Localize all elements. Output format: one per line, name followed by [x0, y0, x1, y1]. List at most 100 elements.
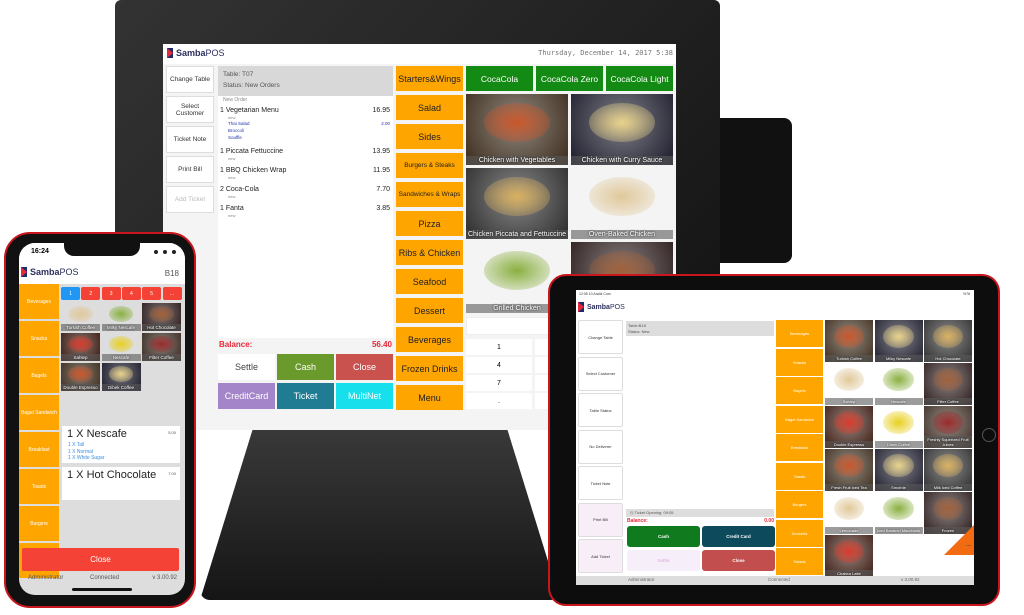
left-button[interactable]: Select Customer: [578, 356, 623, 391]
category-button[interactable]: Toasts: [19, 469, 59, 504]
product-tile[interactable]: Nescafe: [101, 333, 141, 361]
product-tile[interactable]: Hot Chocolate: [924, 320, 972, 362]
order-line[interactable]: 1 Piccata Fettuccine: [220, 148, 283, 155]
left-button[interactable]: Add Ticket: [166, 186, 214, 213]
product-tile[interactable]: Smothie: [874, 449, 923, 491]
category-button[interactable]: Bagel Sandwich: [19, 395, 59, 430]
product-tile[interactable]: Frozen: [924, 492, 972, 534]
category-button[interactable]: Beverages: [776, 320, 823, 347]
category-button[interactable]: Burgers: [19, 506, 59, 541]
product-tile[interactable]: Lemonade: [825, 492, 873, 534]
order-line[interactable]: 2 Coca-Cola: [220, 186, 259, 193]
category-button[interactable]: Salads: [776, 548, 823, 575]
category-button[interactable]: Burgers & Steaks: [396, 153, 463, 178]
order-card[interactable]: 1 X Nescafe 5.00 1 X Tall 1 X Normal 1 X Whi…: [62, 426, 180, 463]
category-button[interactable]: Pizza: [396, 211, 463, 236]
product-tile[interactable]: Filter Coffee: [924, 363, 972, 405]
numpad-key[interactable]: 1: [466, 339, 532, 355]
product-tile[interactable]: Milky Nescafe: [101, 303, 141, 331]
left-button[interactable]: Table Status: [578, 393, 623, 427]
page-button[interactable]: ...: [162, 287, 182, 300]
left-button[interactable]: Ticket Note: [166, 126, 214, 153]
category-button[interactable]: Bagels: [19, 358, 59, 393]
product-tile[interactable]: Sahlep: [825, 363, 873, 405]
home-indicator[interactable]: [72, 588, 132, 591]
product-tile[interactable]: Hot Chocolate: [142, 303, 181, 331]
order-line[interactable]: 1 Vegetarian Menu: [220, 107, 279, 114]
category-button[interactable]: Bagels: [776, 377, 823, 404]
product-tile[interactable]: Dibek Coffee: [101, 363, 141, 391]
action-cash[interactable]: Cash: [627, 526, 700, 547]
category-button[interactable]: Burgers: [776, 491, 823, 518]
product-tile[interactable]: Double Espresso: [825, 406, 873, 448]
left-button[interactable]: Add Ticket: [578, 539, 623, 573]
tablet-home-button[interactable]: [982, 428, 996, 442]
category-button[interactable]: Snacks: [776, 348, 823, 376]
product-tile[interactable]: Chicken with Vegetables: [466, 94, 568, 165]
product-tile[interactable]: Freshly Squeezed Fruit Juices: [924, 406, 972, 448]
product-tile[interactable]: Turkish Coffee: [825, 320, 873, 362]
close-button[interactable]: Close: [22, 548, 179, 571]
page-button[interactable]: 1: [61, 287, 80, 300]
product-tile[interactable]: Turkish Coffee: [61, 303, 100, 331]
product-tile[interactable]: Chicken with Curry Sauce: [571, 94, 673, 165]
category-button[interactable]: Toasts: [776, 462, 823, 490]
page-button[interactable]: 3: [101, 287, 121, 300]
category-button[interactable]: Beverages: [396, 327, 463, 352]
numpad-key[interactable]: 4: [466, 357, 532, 373]
product-tile[interactable]: Filter Coffee: [142, 333, 181, 361]
action-creditcard[interactable]: CreditCard: [218, 383, 275, 409]
product-tile[interactable]: Milk Iced Coffee: [924, 449, 972, 491]
category-button[interactable]: Breakfast: [19, 432, 59, 467]
product-tile[interactable]: Sahlep: [61, 333, 100, 361]
category-button[interactable]: Breakfast: [776, 434, 823, 461]
product-tile[interactable]: Nescafe: [874, 363, 923, 405]
category-button[interactable]: Ribs & Chicken: [396, 240, 463, 265]
product-tile[interactable]: Double Espresso: [61, 363, 100, 391]
left-button[interactable]: Ticket Note: [578, 466, 623, 500]
page-button[interactable]: 4: [121, 287, 141, 300]
order-card[interactable]: 1 X Hot Chocolate 7.00: [62, 467, 180, 500]
category-button[interactable]: Frozen Drinks: [396, 356, 463, 381]
action-cash[interactable]: Cash: [277, 354, 334, 380]
category-button[interactable]: Dessert: [396, 298, 463, 323]
category-button[interactable]: Salad: [396, 95, 463, 120]
product-tile[interactable]: Chicken Piccata and Fettuccine: [466, 168, 568, 239]
numpad-key[interactable]: .: [466, 393, 532, 409]
action-credit-card[interactable]: Credit Card: [702, 526, 775, 547]
action-settle[interactable]: Settle: [218, 354, 275, 380]
action-close[interactable]: Close: [702, 549, 775, 571]
order-line[interactable]: 1 BBQ Chicken Wrap: [220, 167, 286, 174]
product-tile[interactable]: Fresh Fruit Iced Tea: [825, 449, 873, 491]
product-tile[interactable]: Dibek Coffee: [874, 406, 923, 448]
product-tile[interactable]: Chaitea Latte: [825, 535, 873, 577]
product-tile[interactable]: Milky Nescafe: [874, 320, 923, 362]
drink-button[interactable]: CocaCola: [466, 66, 533, 91]
drink-button[interactable]: CocaCola Zero: [536, 66, 603, 91]
category-button[interactable]: Sandwiches & Wraps: [396, 182, 463, 207]
left-button[interactable]: Print Bill: [578, 502, 623, 537]
category-button[interactable]: Bagel Sandwich: [776, 405, 823, 433]
left-button[interactable]: Change Table: [166, 66, 214, 93]
page-button[interactable]: 5: [142, 287, 162, 300]
left-button[interactable]: Change Table: [578, 320, 623, 354]
category-button[interactable]: Snacks: [19, 321, 59, 356]
order-line[interactable]: 1 Fanta: [220, 205, 244, 212]
action-settle[interactable]: Settle: [627, 549, 700, 571]
category-button[interactable]: Beverages: [19, 284, 59, 319]
category-button[interactable]: Desserts: [776, 519, 823, 547]
numpad-key[interactable]: 7: [466, 375, 532, 391]
action-ticket[interactable]: Ticket: [277, 383, 334, 409]
category-button[interactable]: Seafood: [396, 269, 463, 294]
category-button[interactable]: Starters&Wings: [396, 66, 463, 91]
product-tile[interactable]: Iced Karamel Macchiato: [874, 492, 923, 534]
left-button[interactable]: Print Bill: [166, 156, 214, 183]
left-button[interactable]: Select Customer: [166, 96, 214, 123]
drink-button[interactable]: CocaCola Light: [606, 66, 673, 91]
left-button[interactable]: No Deliverer: [578, 429, 623, 464]
category-button[interactable]: Menu: [396, 385, 463, 410]
action-multinet[interactable]: MultiNet: [336, 383, 393, 409]
page-button[interactable]: 2: [81, 287, 101, 300]
product-tile[interactable]: Oven-Baked Chicken: [571, 168, 673, 239]
action-close[interactable]: Close: [336, 354, 393, 380]
